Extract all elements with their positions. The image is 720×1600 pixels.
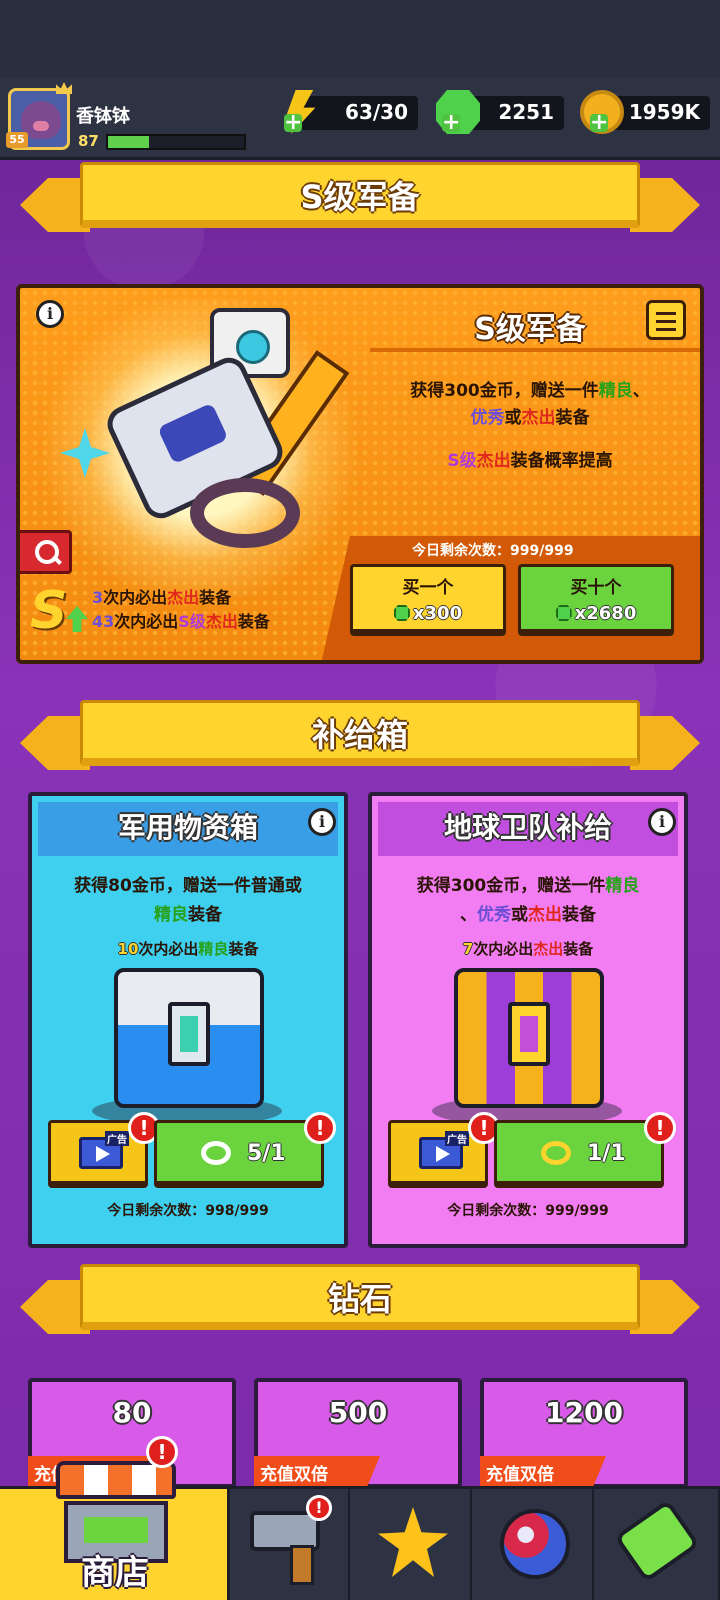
nav-tab-gene[interactable] xyxy=(596,1489,720,1600)
player-level: 87 xyxy=(78,132,99,150)
rate-up-text: S级杰出装备概率提高 xyxy=(447,451,613,471)
info-icon[interactable]: i xyxy=(308,808,336,836)
ad-tag: 广告 xyxy=(445,1131,469,1146)
nav-tab-shop[interactable]: 商店 xyxy=(0,1461,230,1600)
card-title: S级军备 xyxy=(474,312,586,347)
pity-text: 7次内必出杰出装备 xyxy=(462,940,594,958)
search-button[interactable] xyxy=(20,530,72,574)
pity-line-2: 43次内必出S级杰出装备 xyxy=(92,612,270,631)
add-gems-button[interactable]: + xyxy=(442,112,460,134)
gear-belt-icon xyxy=(190,478,300,548)
blue-chest-icon xyxy=(114,968,264,1108)
section-title: 钻石 xyxy=(327,1280,392,1318)
section-banner-s-grade: S级军备 xyxy=(20,160,700,240)
nav-tab-planet[interactable] xyxy=(474,1489,594,1600)
add-energy-button[interactable]: + xyxy=(284,112,302,134)
buy-ten-button[interactable]: 买十个 x2680 xyxy=(518,564,674,636)
xp-progress-bar xyxy=(106,134,246,150)
gem-value: 2251 xyxy=(498,100,554,124)
coin-value: 1959K xyxy=(628,100,700,124)
key-count: 1/1 xyxy=(587,1141,626,1166)
section-title: S级军备 xyxy=(300,178,420,216)
pack-amount: 80 xyxy=(112,1396,152,1429)
player-name: 香钵钵 xyxy=(76,106,130,127)
section-banner-supply: 补给箱 xyxy=(20,698,700,778)
key-count: 5/1 xyxy=(247,1141,286,1166)
pity-line-1: 3次内必出杰出装备 xyxy=(92,588,232,607)
info-icon[interactable]: i xyxy=(36,300,64,328)
double-bonus-label: 充值双倍 xyxy=(486,1465,554,1485)
buy-one-button[interactable]: 买一个 x300 xyxy=(350,564,506,636)
xp-progress-fill xyxy=(108,136,149,148)
open-with-key-button[interactable]: 5/1 xyxy=(154,1120,324,1188)
alert-badge: ! xyxy=(306,1495,332,1521)
nav-tab-battle[interactable] xyxy=(352,1489,472,1600)
dna-capsule-icon xyxy=(613,1499,701,1583)
card-description: 获得80金币，赠送一件普通或 精良装备 xyxy=(74,876,302,925)
section-banner-diamonds: 钻石 xyxy=(20,1262,700,1342)
pack-amount: 1200 xyxy=(545,1396,623,1429)
avatar-level-badge: 55 xyxy=(6,132,28,148)
gem-icon xyxy=(393,605,410,621)
alert-badge: ! xyxy=(644,1112,676,1144)
gem-icon xyxy=(555,605,572,621)
military-supply-card: 军用物资箱 i 获得80金币，赠送一件普通或 精良装备 10次内必出精良装备 广… xyxy=(28,792,348,1248)
double-bonus-label: 充值双倍 xyxy=(260,1465,328,1485)
ad-tag: 广告 xyxy=(105,1131,129,1146)
card-description: 获得300金币，赠送一件精良 、优秀或杰出装备 xyxy=(416,876,640,925)
pity-text: 10次内必出精良装备 xyxy=(117,940,259,958)
drop-list-icon[interactable] xyxy=(646,300,686,340)
s-grade-gear-card: i S级军备 获得300金币，赠送一件精良、 优秀或杰出装备 S级杰出装备概率提… xyxy=(16,284,704,664)
card-title: 军用物资箱 xyxy=(117,811,258,844)
info-icon[interactable]: i xyxy=(648,808,676,836)
alert-badge: ! xyxy=(146,1436,178,1468)
status-bar xyxy=(0,0,720,78)
star-orb-icon xyxy=(500,1509,570,1579)
energy-value: 63/30 xyxy=(345,100,408,124)
alert-badge: ! xyxy=(304,1112,336,1144)
remaining-count: 今日剩余次数：998/999 xyxy=(107,1203,269,1219)
card-description: 获得300金币，赠送一件精良、 优秀或杰出装备 xyxy=(410,381,650,428)
nav-tab-weapons[interactable]: ! xyxy=(230,1489,350,1600)
remaining-count: 今日剩余次数：999/999 xyxy=(447,1203,609,1219)
earth-defense-supply-card: 地球卫队补给 i 获得300金币，赠送一件精良 、优秀或杰出装备 7次内必出杰出… xyxy=(368,792,688,1248)
remaining-count: 今日剩余次数：999/999 xyxy=(412,543,574,559)
gold-key-icon xyxy=(541,1141,571,1165)
gold-chest-icon xyxy=(454,968,604,1108)
energy-counter: 63/30 xyxy=(300,96,418,130)
pack-amount: 500 xyxy=(328,1396,388,1429)
diamond-pack-1200[interactable]: 1200 充值双倍 xyxy=(480,1378,688,1488)
add-coins-button[interactable]: + xyxy=(590,112,608,134)
crossed-swords-star-icon xyxy=(378,1507,448,1577)
diamond-pack-500[interactable]: 500 充值双倍 xyxy=(254,1378,462,1488)
silver-key-icon xyxy=(201,1141,231,1165)
card-title: 地球卫队补给 xyxy=(443,811,612,844)
section-title: 补给箱 xyxy=(311,716,408,754)
nav-label-shop: 商店 xyxy=(81,1553,149,1593)
open-with-key-button[interactable]: 1/1 xyxy=(494,1120,664,1188)
